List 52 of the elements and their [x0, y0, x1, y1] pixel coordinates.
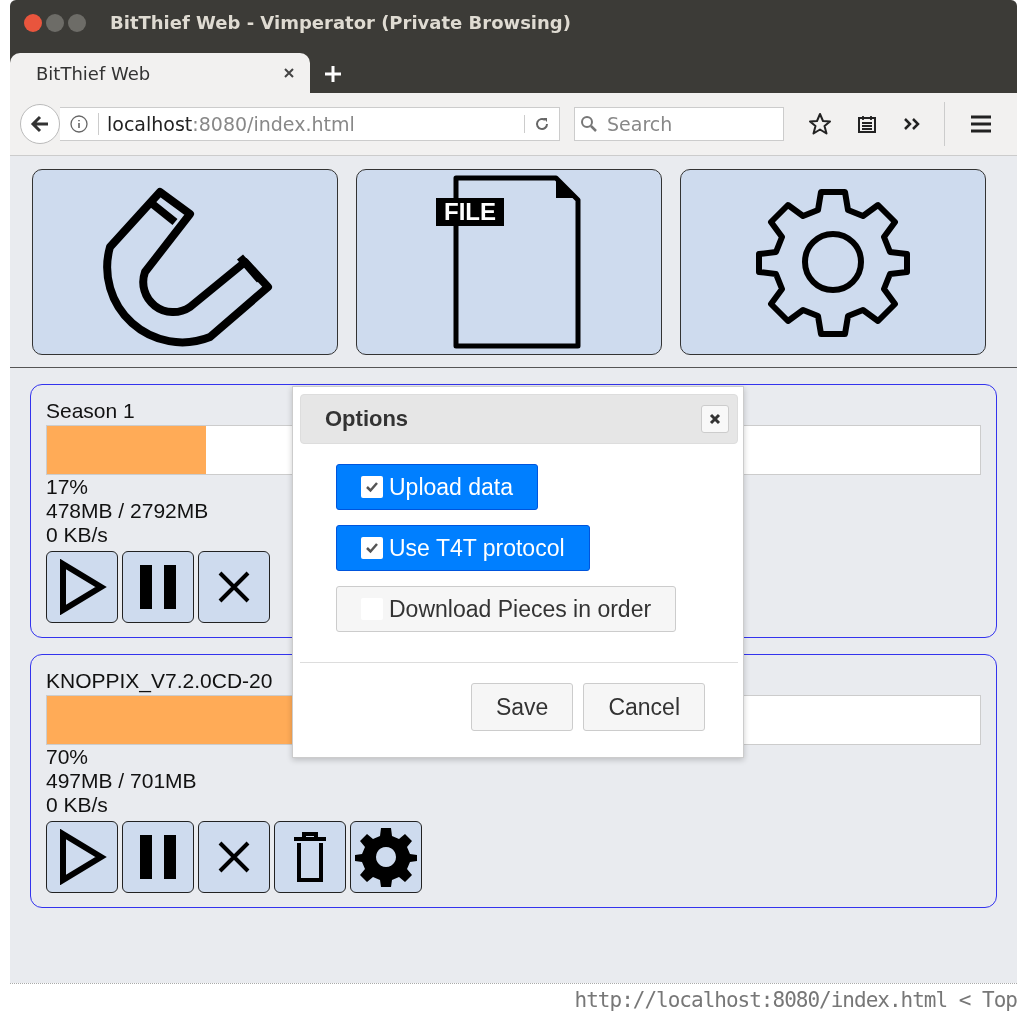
close-button[interactable] — [701, 405, 729, 433]
option-toggle[interactable]: Use T4T protocol — [336, 525, 590, 571]
stop-button[interactable] — [198, 821, 270, 893]
overflow-icon[interactable] — [902, 116, 922, 132]
progress-percent: 70% — [46, 745, 89, 769]
play-button[interactable] — [46, 821, 118, 893]
info-icon[interactable] — [70, 115, 88, 133]
size-text: 478MB / 2792MB — [46, 499, 209, 523]
close-icon — [217, 570, 251, 604]
window-title: BitThief Web - Vimperator (Private Browsing) — [110, 12, 571, 33]
back-arrow-icon — [30, 115, 50, 133]
check-icon — [365, 481, 379, 493]
torrent-name: Season 1 — [46, 399, 135, 423]
pause-button[interactable] — [122, 551, 194, 623]
pause-button[interactable] — [122, 821, 194, 893]
file-button[interactable]: FILE — [356, 169, 662, 355]
stop-button[interactable] — [198, 551, 270, 623]
save-button[interactable]: Save — [470, 683, 574, 731]
settings-button[interactable] — [680, 169, 986, 355]
search-field[interactable]: Search — [574, 107, 784, 141]
back-button[interactable] — [20, 104, 60, 144]
progress-percent: 17% — [46, 475, 89, 499]
close-icon — [709, 413, 721, 425]
trash-icon — [292, 832, 328, 882]
delete-button[interactable] — [274, 821, 346, 893]
gear-icon — [355, 826, 417, 888]
status-text: http://localhost:8080/index.html < Top — [574, 988, 1017, 1012]
check-icon — [365, 542, 379, 554]
size-text: 497MB / 701MB — [46, 769, 197, 793]
play-icon — [57, 829, 107, 885]
play-button[interactable] — [46, 551, 118, 623]
option-toggle[interactable]: Upload data — [336, 464, 539, 510]
close-icon[interactable] — [284, 68, 294, 78]
speed-text: 0 KB/s — [46, 523, 108, 547]
checkbox[interactable] — [361, 476, 383, 498]
reader-icon[interactable] — [856, 113, 878, 135]
torrent-name: KNOPPIX_V7.2.0CD-20 — [46, 669, 273, 693]
magnet-button[interactable] — [32, 169, 338, 355]
pause-icon — [138, 565, 178, 609]
browser-tab[interactable]: BitThief Web — [10, 53, 310, 93]
play-icon — [57, 559, 107, 615]
cancel-button[interactable]: Cancel — [583, 683, 705, 731]
dialog-title: Options — [325, 406, 409, 432]
close-icon — [217, 840, 251, 874]
star-icon[interactable] — [808, 112, 832, 136]
option-toggle[interactable]: Download Pieces in order — [336, 586, 677, 632]
checkbox[interactable] — [361, 537, 383, 559]
pause-icon — [138, 835, 178, 879]
menu-icon[interactable] — [969, 114, 993, 134]
settings-button[interactable] — [350, 821, 422, 893]
new-tab-icon[interactable] — [324, 65, 342, 83]
speed-text: 0 KB/s — [46, 793, 108, 817]
